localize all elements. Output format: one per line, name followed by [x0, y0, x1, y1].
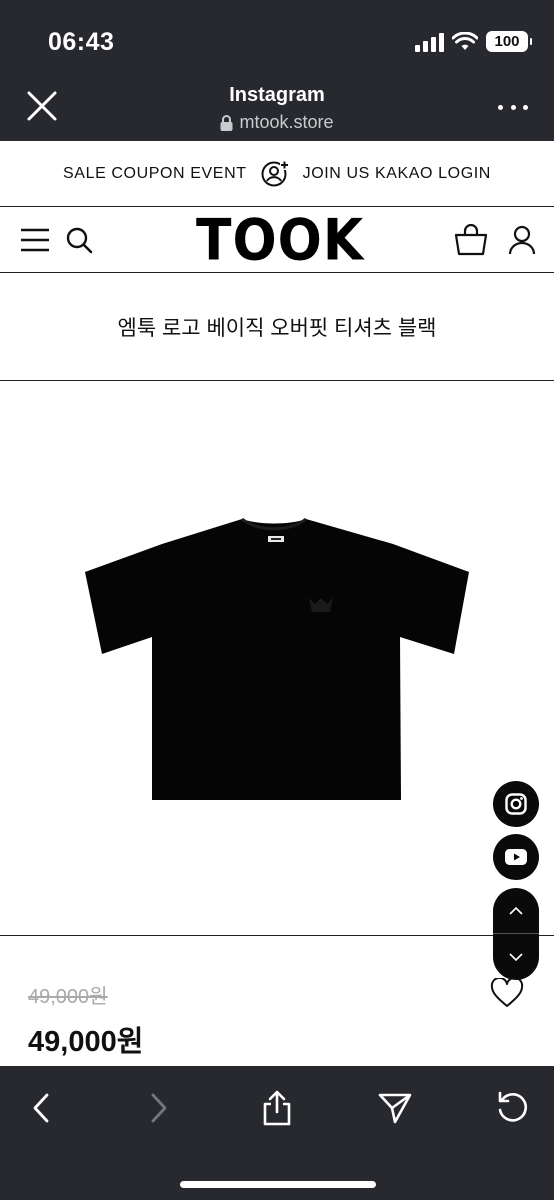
search-icon	[66, 227, 93, 254]
wishlist-button[interactable]	[488, 974, 526, 1012]
browser-title: Instagram	[229, 84, 325, 106]
account-button[interactable]	[505, 223, 539, 257]
bag-icon	[454, 224, 488, 256]
cart-button[interactable]	[454, 223, 488, 257]
back-button[interactable]	[19, 1086, 63, 1130]
scroll-up-button[interactable]	[493, 888, 539, 934]
product-title-text: 엠툭 로고 베이직 오버핏 티셔츠 블랙	[117, 316, 437, 340]
scroll-controls	[493, 888, 539, 980]
sale-coupon-link[interactable]: SALE COUPON EVENT	[63, 165, 247, 183]
more-icon	[498, 104, 503, 110]
browser-url-text: mtook.store	[239, 112, 334, 132]
share-button[interactable]	[255, 1086, 299, 1130]
tshirt-image	[85, 517, 469, 800]
product-title: 엠툭 로고 베이직 오버핏 티셔츠 블랙	[0, 273, 554, 381]
browser-url[interactable]: mtook.store	[0, 112, 554, 133]
instagram-icon	[505, 793, 527, 815]
youtube-icon	[505, 849, 527, 865]
site-header: TOOK	[0, 207, 554, 273]
wifi-icon	[452, 31, 478, 50]
home-indicator[interactable]	[180, 1181, 376, 1188]
join-kakao-link[interactable]: JOIN US KAKAO LOGIN	[303, 165, 491, 183]
instagram-button[interactable]	[493, 781, 539, 827]
send-icon	[378, 1093, 412, 1124]
add-user-icon	[261, 160, 289, 186]
menu-icon	[21, 228, 49, 252]
chevron-up-icon	[509, 906, 523, 915]
product-image[interactable]	[0, 382, 554, 936]
sale-price: 49,000원	[28, 1026, 144, 1058]
back-icon	[33, 1093, 49, 1123]
reload-icon	[498, 1091, 528, 1122]
youtube-button[interactable]	[493, 834, 539, 880]
forward-icon	[151, 1093, 167, 1123]
more-button[interactable]	[498, 95, 528, 119]
battery-icon: 100	[486, 31, 532, 52]
menu-button[interactable]	[18, 223, 52, 257]
heart-icon	[490, 978, 524, 1007]
user-icon	[508, 225, 536, 255]
browser-top-chrome: 06:43 100 Instagram mtook.store	[0, 0, 554, 141]
lock-icon	[220, 114, 233, 131]
forward-button[interactable]	[137, 1086, 181, 1130]
search-button[interactable]	[62, 223, 96, 257]
chevron-down-icon	[509, 953, 523, 962]
site-logo[interactable]: TOOK	[196, 212, 363, 269]
share-icon	[263, 1090, 291, 1126]
status-icons: 100	[414, 31, 532, 52]
original-price: 49,000원	[28, 986, 108, 1008]
reload-button[interactable]	[491, 1086, 535, 1130]
signal-icon	[415, 32, 444, 52]
browser-toolbar	[0, 1066, 554, 1200]
promo-bar: SALE COUPON EVENT JOIN US KAKAO LOGIN	[0, 141, 554, 207]
send-button[interactable]	[373, 1086, 417, 1130]
status-time: 06:43	[48, 28, 115, 56]
